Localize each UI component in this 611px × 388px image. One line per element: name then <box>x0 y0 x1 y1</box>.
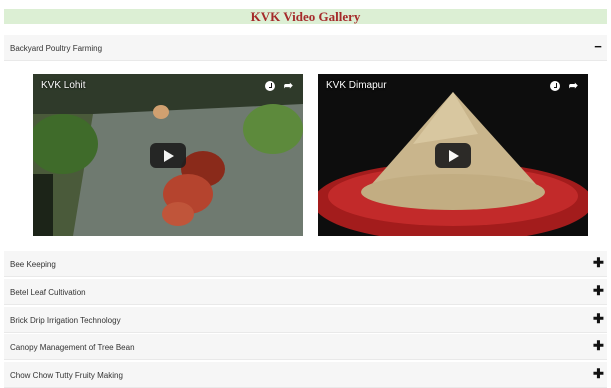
accordion-header-bee-keeping[interactable]: Bee Keeping ✚ <box>4 251 607 277</box>
accordion-label: Betel Leaf Cultivation <box>10 288 86 297</box>
share-icon[interactable]: ➦ <box>284 79 293 92</box>
video-title: KVK Lohit <box>41 80 86 91</box>
video-player-kvk-lohit[interactable]: KVK Lohit ➦ <box>33 74 303 236</box>
video-title: KVK Dimapur <box>326 80 387 91</box>
share-icon[interactable]: ➦ <box>569 79 578 92</box>
accordion-header-brick-drip[interactable]: Brick Drip Irrigation Technology ✚ <box>4 307 607 333</box>
play-icon[interactable] <box>435 143 471 168</box>
watch-later-icon[interactable] <box>265 81 275 91</box>
accordion-label: Chow Chow Tutty Fruity Making <box>10 371 123 380</box>
expand-icon[interactable]: ✚ <box>593 284 604 297</box>
accordion-header-backyard-poultry[interactable]: Backyard Poultry Farming − <box>4 35 607 61</box>
play-icon[interactable] <box>150 143 186 168</box>
accordion-label: Backyard Poultry Farming <box>10 44 103 53</box>
accordion-label: Brick Drip Irrigation Technology <box>10 316 121 325</box>
accordion-header-canopy-management[interactable]: Canopy Management of Tree Bean ✚ <box>4 334 607 360</box>
expand-icon[interactable]: ✚ <box>593 312 604 325</box>
watch-later-icon[interactable] <box>550 81 560 91</box>
expand-icon[interactable]: ✚ <box>593 339 604 352</box>
accordion-label: Canopy Management of Tree Bean <box>10 343 135 352</box>
page-title: KVK Video Gallery <box>4 9 607 24</box>
accordion-header-betel-leaf[interactable]: Betel Leaf Cultivation ✚ <box>4 279 607 305</box>
accordion-header-chow-chow[interactable]: Chow Chow Tutty Fruity Making ✚ <box>4 362 607 388</box>
accordion-panel-backyard-poultry: KVK Lohit ➦ KVK Dimapur ➦ <box>4 63 607 247</box>
accordion-label: Bee Keeping <box>10 260 56 269</box>
expand-icon[interactable]: ✚ <box>593 367 604 380</box>
video-player-kvk-dimapur[interactable]: KVK Dimapur ➦ <box>318 74 588 236</box>
expand-icon[interactable]: ✚ <box>593 256 604 269</box>
collapse-icon[interactable]: − <box>593 40 603 53</box>
